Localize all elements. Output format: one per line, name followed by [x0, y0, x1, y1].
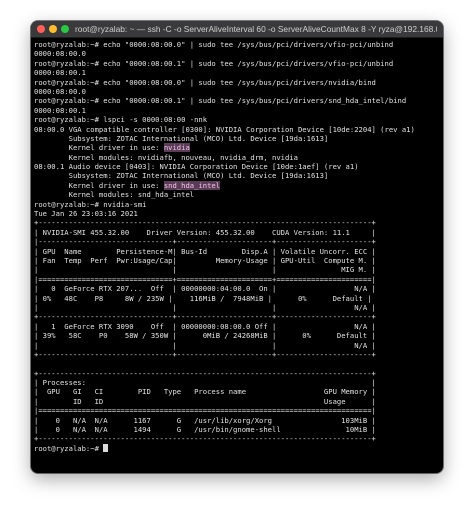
terminal-line-text: | GPU GI CI PID Type Process name GPU Me… [34, 387, 376, 397]
terminal-line-text: 0000:08:00.1 [34, 68, 86, 78]
minimize-window-button[interactable] [49, 25, 57, 33]
terminal-line: |=======================================… [34, 406, 441, 415]
terminal-line-text: root@ryzalab:~# echo "0000:08:00.0" | su… [34, 40, 394, 49]
terminal-line-text: 08:00.1 Audio device [0403]: NVIDIA Corp… [34, 162, 359, 172]
terminal-line: | 39% 58C P0 58W / 350W | 0MiB / 24268Mi… [34, 331, 441, 340]
terminal-line: | 0 N/A N/A 1167 G /usr/lib/xorg/Xorg 10… [34, 416, 441, 425]
terminal-line: +---------------------------------------… [34, 218, 441, 227]
terminal-window: root@ryzalab: ~ — ssh -C -o ServerAliveI… [31, 21, 443, 473]
terminal-line-text: root@ryzalab:~# echo "0000:08:00.1" | su… [34, 96, 407, 106]
terminal-line: | ID ID Usage | [34, 397, 441, 406]
terminal-line-text: | NVIDIA-SMI 455.32.00 Driver Version: 4… [34, 227, 376, 237]
terminal-line: Tue Jan 26 23:03:16 2021 [34, 209, 441, 218]
terminal-line: root@ryzalab:~# echo "0000:08:00.0" | su… [34, 40, 441, 49]
terminal-line: 08:00.1 Audio device [0403]: NVIDIA Corp… [34, 162, 441, 171]
terminal-line: +-------------------------------+-------… [34, 312, 441, 321]
terminal-line-text: | | | N/A | [34, 340, 376, 350]
terminal-line: 0000:08:00.1 [34, 68, 441, 77]
terminal-line: root@ryzalab:~# echo "0000:08:00.1" | su… [34, 96, 441, 105]
terminal-line-text: Kernel modules: snd_hda_intel [34, 190, 195, 200]
terminal-line-text: 08:00.0 VGA compatible controller [0300]… [34, 124, 415, 134]
terminal-line: 0000:08:00.0 [34, 87, 441, 96]
terminal-line: |-------------------------------+-------… [34, 237, 441, 246]
terminal-line-text: Kernel driver in use: [34, 180, 164, 190]
terminal-output[interactable]: root@ryzalab:~# echo "0000:08:00.0" | su… [34, 40, 441, 473]
highlighted-driver-name: snd_hda_intel [163, 180, 221, 190]
terminal-line-text: Tue Jan 26 23:03:16 2021 [34, 209, 138, 219]
zoom-window-button[interactable] [61, 25, 69, 33]
terminal-line: | | | MIG M. | [34, 265, 441, 274]
terminal-line: root@ryzalab:~# echo "0000:08:00.0" | su… [34, 78, 441, 87]
terminal-line: | 0 GeForce RTX 207... Off | 00000000:04… [34, 284, 441, 293]
terminal-line: Kernel driver in use: snd_hda_intel [34, 180, 441, 190]
terminal-line: | Processes: | [34, 378, 441, 387]
terminal-line: root@ryzalab:~# echo "0000:08:00.1" | su… [34, 59, 441, 68]
terminal-line: root@ryzalab:~# lspci -s 0000:08:00 -nnk [34, 115, 441, 124]
terminal-line-text: Subsystem: ZOTAC International (MCO) Ltd… [34, 171, 329, 181]
terminal-line: 0000:08:00.1 [34, 106, 441, 115]
terminal-line-text: | 0 GeForce RTX 207... Off | 00000000:04… [34, 284, 376, 294]
terminal-line-text: | ID ID Usage | [34, 396, 376, 406]
terminal-line: | 1 GeForce RTX 3090 Off | 00000000:08:0… [34, 322, 441, 331]
terminal-line: +---------------------------------------… [34, 369, 441, 378]
terminal-line: Subsystem: ZOTAC International (MCO) Ltd… [34, 134, 441, 143]
terminal-line-text: Subsystem: ZOTAC International (MCO) Ltd… [34, 133, 329, 143]
terminal-line: | GPU Name Persistence-M| Bus-Id Disp.A … [34, 247, 441, 256]
terminal-line-text: +---------------------------------------… [34, 368, 376, 378]
highlighted-driver-name: nvidia [163, 143, 190, 153]
terminal-line: | 0% 48C P8 8W / 235W | 116MiB / 7948MiB… [34, 294, 441, 303]
terminal-line-text: +-------------------------------+-------… [34, 349, 376, 359]
terminal-line-text: | 39% 58C P0 58W / 350W | 0MiB / 24268Mi… [34, 331, 376, 341]
terminal-line-text: | Fan Temp Perf Pwr:Usage/Cap| Memory-Us… [34, 255, 376, 265]
terminal-line-text: root@ryzalab:~# nvidia-smi [34, 199, 147, 209]
terminal-line-text: | 0 N/A N/A 1167 G /usr/lib/xorg/Xorg 10… [34, 415, 376, 425]
terminal-line-text: 0000:08:00.1 [34, 105, 86, 115]
terminal-line-text: |=======================================… [34, 406, 376, 416]
terminal-line-text: root@ryzalab:~# [34, 443, 104, 453]
terminal-line: Kernel modules: snd_hda_intel [34, 190, 441, 199]
terminal-line-text: root@ryzalab:~# echo "0000:08:00.1" | su… [34, 58, 394, 68]
terminal-line: Kernel driver in use: nvidia [34, 143, 441, 153]
terminal-line-text: | | | N/A | [34, 302, 376, 312]
terminal-line: | NVIDIA-SMI 455.32.00 Driver Version: 4… [34, 228, 441, 237]
text-cursor [103, 443, 109, 452]
terminal-line: 0000:08:00.0 [34, 49, 441, 58]
terminal-line-text: Kernel driver in use: [34, 143, 164, 153]
terminal-line-text: +-------------------------------+-------… [34, 312, 376, 322]
terminal-line-text: 0000:08:00.0 [34, 86, 86, 96]
terminal-line-text: |===============================+=======… [34, 274, 376, 284]
terminal-line: Subsystem: ZOTAC International (MCO) Ltd… [34, 171, 441, 180]
terminal-line: +---------------------------------------… [34, 434, 441, 443]
window-title: root@ryzalab: ~ — ssh -C -o ServerAliveI… [75, 24, 437, 34]
terminal-line-text: | Processes: | [34, 378, 376, 388]
terminal-line-text: root@ryzalab:~# lspci -s 0000:08:00 -nnk [34, 115, 208, 125]
terminal-line: | | | N/A | [34, 341, 441, 350]
terminal-line-text: | 0 N/A N/A 1494 G /usr/bin/gnome-shell … [34, 425, 376, 435]
terminal-line-text: | 1 GeForce RTX 3090 Off | 00000000:08:0… [34, 321, 376, 331]
terminal-line-text: 0000:08:00.0 [34, 49, 86, 59]
title-bar: root@ryzalab: ~ — ssh -C -o ServerAliveI… [31, 21, 443, 38]
terminal-line-text: +---------------------------------------… [34, 434, 376, 444]
terminal-line: |===============================+=======… [34, 275, 441, 284]
terminal-line-text: Kernel modules: nvidiafb, nouveau, nvidi… [34, 152, 298, 162]
terminal-line: Kernel modules: nvidiafb, nouveau, nvidi… [34, 153, 441, 162]
close-window-button[interactable] [37, 25, 45, 33]
terminal-line-text: |-------------------------------+-------… [34, 237, 376, 247]
terminal-line-text: | GPU Name Persistence-M| Bus-Id Disp.A … [34, 246, 376, 256]
terminal-line-text: +---------------------------------------… [34, 218, 376, 228]
terminal-line-text: root@ryzalab:~# echo "0000:08:00.0" | su… [34, 77, 376, 87]
terminal-line: 08:00.0 VGA compatible controller [0300]… [34, 125, 441, 134]
terminal-line: | Fan Temp Perf Pwr:Usage/Cap| Memory-Us… [34, 256, 441, 265]
terminal-line-text: | 0% 48C P8 8W / 235W | 116MiB / 7948MiB… [34, 293, 372, 303]
terminal-line-text: | | | MIG M. | [34, 265, 376, 275]
terminal-line: +-------------------------------+-------… [34, 350, 441, 359]
terminal-line: | 0 N/A N/A 1494 G /usr/bin/gnome-shell … [34, 425, 441, 434]
terminal-line: root@ryzalab:~# [34, 443, 441, 453]
terminal-line: | GPU GI CI PID Type Process name GPU Me… [34, 387, 441, 396]
terminal-line: root@ryzalab:~# nvidia-smi [34, 200, 441, 209]
terminal-line: | | | N/A | [34, 303, 441, 312]
